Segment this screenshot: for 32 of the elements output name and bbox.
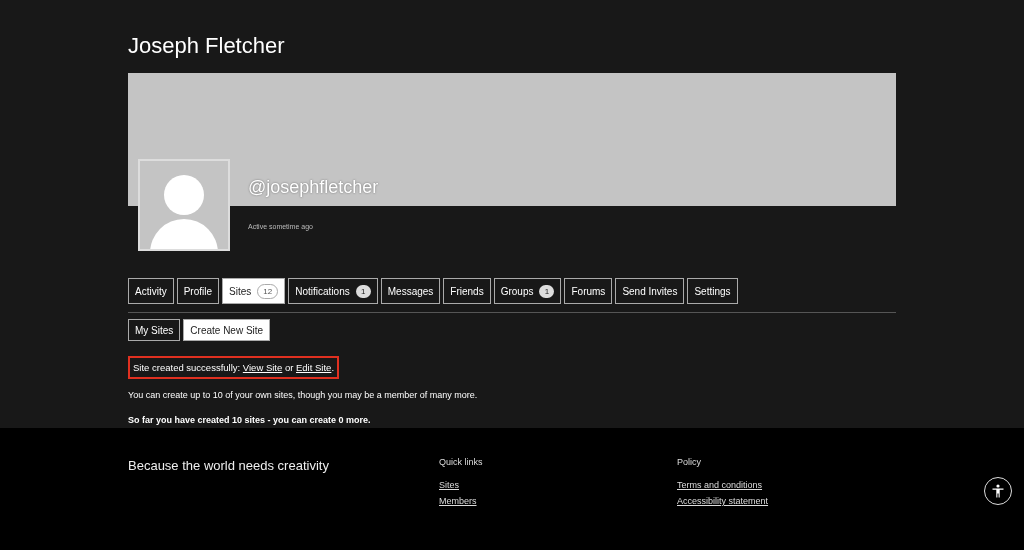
username: @josephfletcher xyxy=(248,177,379,198)
profile-tab[interactable]: Groups 1 xyxy=(493,278,562,304)
profile-tab[interactable]: Profile xyxy=(176,278,220,304)
accessibility-button[interactable] xyxy=(984,477,1012,505)
profile-tab[interactable]: Send Invites xyxy=(615,278,685,304)
profile-tab[interactable]: Forums xyxy=(564,278,613,304)
footer-heading: Quick links xyxy=(439,457,484,467)
notice-text: Site created successfully: xyxy=(133,362,241,373)
accessibility-icon xyxy=(991,484,1005,498)
subnav-tab[interactable]: My Sites xyxy=(128,319,181,341)
profile-tab[interactable]: Notifications 1 xyxy=(288,278,378,304)
notice-text: . xyxy=(331,362,335,373)
summary-text: So far you have created 10 sites - you can create 0 more. xyxy=(128,414,372,427)
notice-text: or xyxy=(284,362,294,373)
footer-tagline: Because the world needs creativity xyxy=(128,458,330,475)
profile-tab[interactable]: Settings xyxy=(687,278,738,304)
count-badge: 12 xyxy=(257,283,279,299)
profile-name: Joseph Fletcher xyxy=(128,32,286,60)
profile-tab[interactable]: Messages xyxy=(380,278,441,304)
subnav-tab[interactable]: Create New Site xyxy=(183,319,271,341)
footer-link[interactable]: Terms and conditions xyxy=(677,480,763,490)
footer-link[interactable]: Accessibility statement xyxy=(677,496,769,506)
footer-link[interactable]: Members xyxy=(439,496,477,506)
footer-link[interactable]: Sites xyxy=(439,480,459,490)
footer-heading: Policy xyxy=(677,457,702,467)
view-site-link[interactable]: View Site xyxy=(242,362,283,373)
count-badge: 1 xyxy=(539,284,555,298)
profile-tab[interactable]: Friends xyxy=(443,278,491,304)
profile-tab[interactable]: Sites 12 xyxy=(222,278,286,304)
info-text: You can create up to 10 of your own sites, though you may be a member of many more. xyxy=(128,389,479,402)
profile-tab[interactable]: Activity xyxy=(128,278,174,304)
count-badge: 1 xyxy=(355,284,371,298)
